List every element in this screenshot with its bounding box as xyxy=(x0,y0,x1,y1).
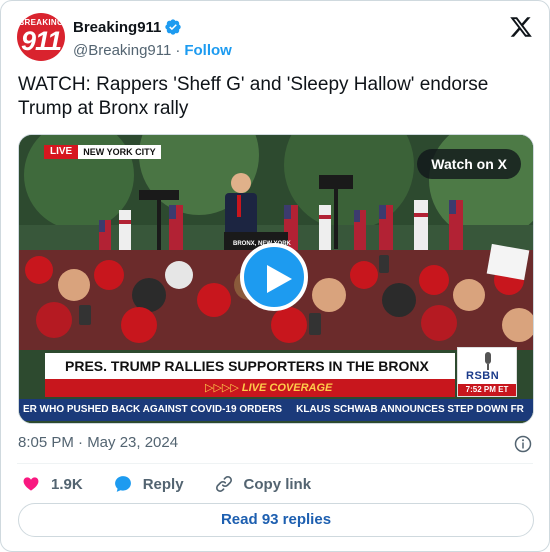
x-logo-icon[interactable] xyxy=(509,15,533,39)
link-icon xyxy=(215,475,232,493)
action-bar: 1.9K Reply Copy link xyxy=(21,473,341,495)
separator-dot: · xyxy=(175,41,181,59)
like-button[interactable]: 1.9K xyxy=(21,474,83,494)
handle-row: @Breaking911 · Follow xyxy=(73,40,232,60)
microphone-icon xyxy=(485,352,491,370)
reply-button[interactable]: Reply xyxy=(113,474,184,494)
network-name: RSBN xyxy=(466,370,500,382)
live-tag: LIVE NEW YORK CITY xyxy=(44,145,161,159)
read-replies-button[interactable]: Read 93 replies xyxy=(18,503,534,537)
copy-link-button[interactable]: Copy link xyxy=(214,474,312,494)
video-player[interactable]: BRONX, NEW YORK LIVE NEW YORK CITY Watch… xyxy=(18,134,534,424)
news-ticker: ER WHO PUSHED BACK AGAINST COVID-19 ORDE… xyxy=(19,399,533,421)
ticker-item: KLAUS SCHWAB ANNOUNCES STEP DOWN FR xyxy=(296,404,524,415)
copy-link-label: Copy link xyxy=(243,475,312,493)
tweet-timestamp[interactable]: 8:05 PM · May 23, 2024 xyxy=(18,434,178,451)
like-count: 1.9K xyxy=(51,475,83,493)
tweet-card: BREAKING 911 Breaking911 @Breaking911 · … xyxy=(0,0,550,552)
avatar-text-main: 911 xyxy=(20,26,62,56)
follow-button[interactable]: Follow xyxy=(184,42,232,59)
divider xyxy=(17,463,533,464)
reply-label: Reply xyxy=(142,475,184,493)
info-icon[interactable] xyxy=(514,435,532,453)
verified-badge-icon xyxy=(165,19,182,35)
heart-icon xyxy=(23,477,39,491)
ticker-item: ER WHO PUSHED BACK AGAINST COVID-19 ORDE… xyxy=(23,404,283,415)
broadcast-lower-third: PRES. TRUMP RALLIES SUPPORTERS IN THE BR… xyxy=(19,347,533,423)
tweet-text: WATCH: Rappers 'Sheff G' and 'Sleepy Hal… xyxy=(18,74,489,119)
play-button[interactable] xyxy=(240,243,308,311)
name-row: Breaking911 xyxy=(73,17,182,37)
watch-on-x-button[interactable]: Watch on X xyxy=(417,149,521,179)
play-icon xyxy=(267,265,292,293)
display-name[interactable]: Breaking911 xyxy=(73,19,161,36)
handle[interactable]: @Breaking911 xyxy=(73,42,171,59)
network-time: 7:52 PM ET xyxy=(458,384,516,396)
broadcast-headline: PRES. TRUMP RALLIES SUPPORTERS IN THE BR… xyxy=(45,353,455,379)
location-badge: NEW YORK CITY xyxy=(78,145,161,159)
reply-bubble-icon xyxy=(114,476,131,492)
live-badge: LIVE xyxy=(44,145,79,159)
network-logo: RSBN 7:52 PM ET xyxy=(457,347,517,397)
avatar[interactable]: BREAKING 911 xyxy=(17,13,65,61)
live-coverage-bar: ▷▷▷▷ LIVE COVERAGE xyxy=(45,379,455,397)
